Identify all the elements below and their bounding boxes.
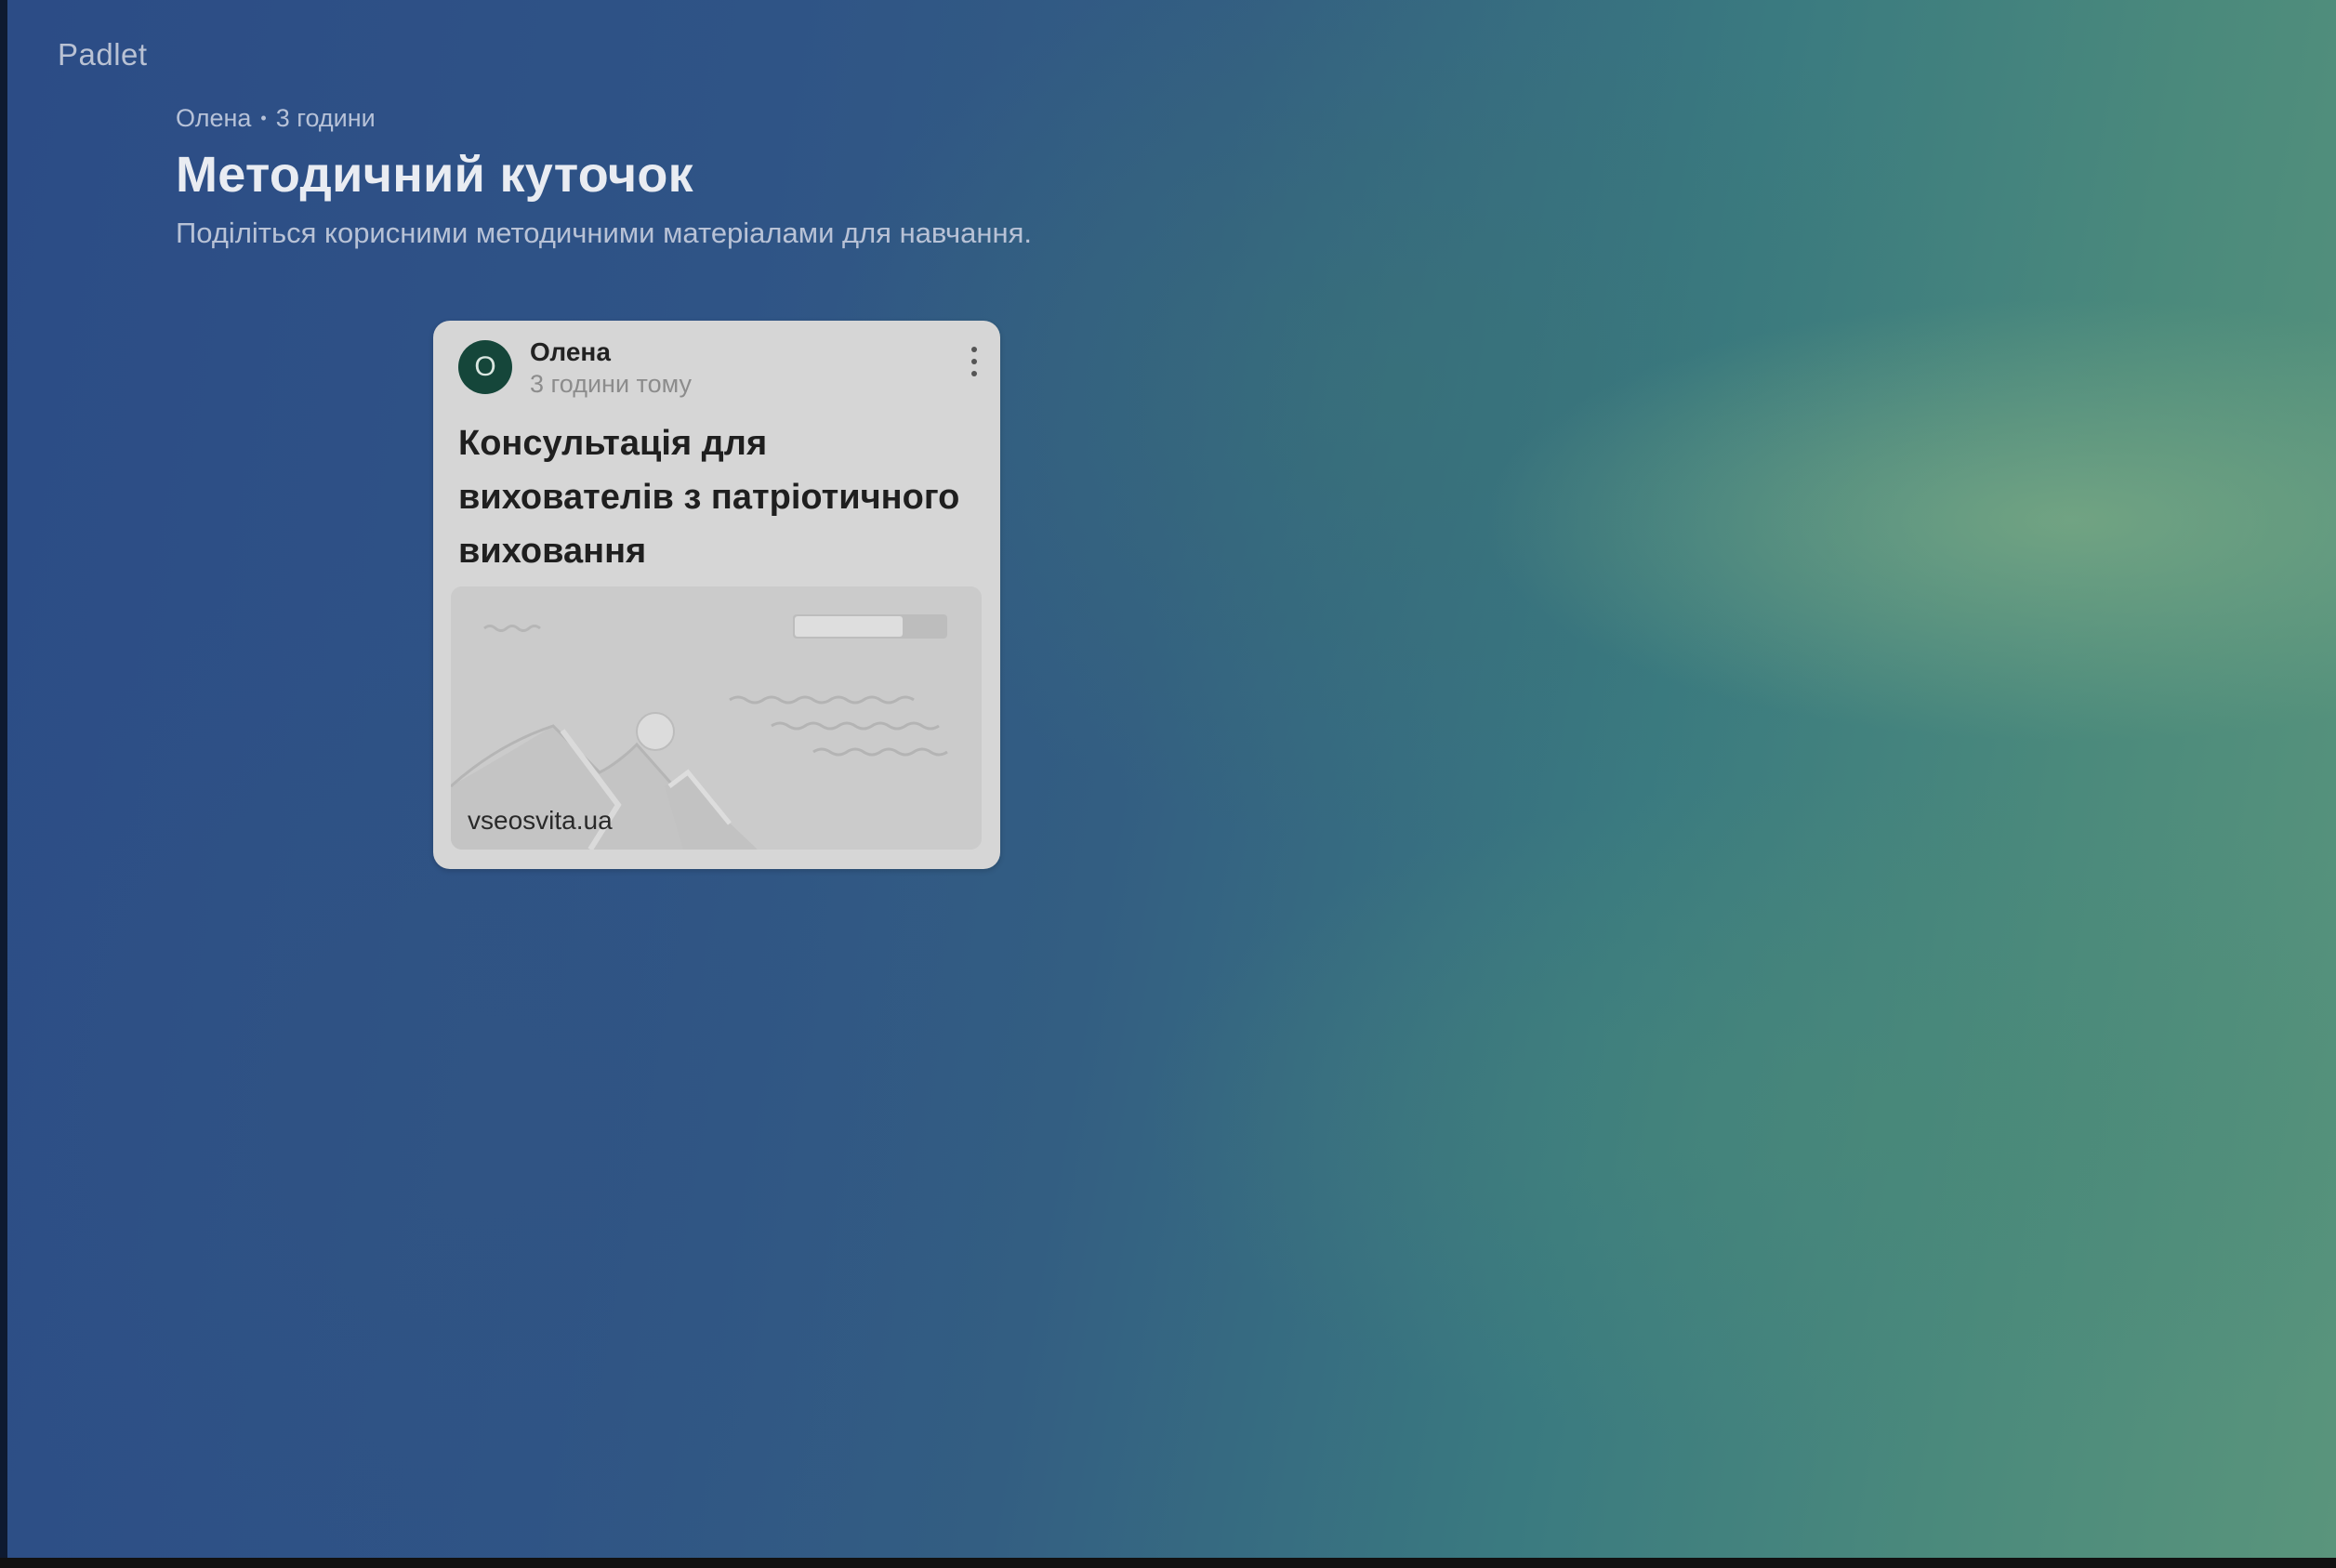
window-edge (0, 0, 7, 1558)
window-bottom-edge (0, 1558, 2336, 1568)
screen: Padlet Олена • 3 години Методичний куточ… (0, 0, 2336, 1568)
author-avatar[interactable]: О (458, 340, 512, 394)
post-author: Олена (530, 337, 611, 366)
post-card[interactable]: О Олена 3 години тому Консультація для в… (433, 321, 1000, 869)
more-vertical-icon[interactable] (965, 343, 983, 380)
board-description: Поділіться корисними методичними матеріа… (176, 217, 1033, 249)
board-title: Методичний куточок (176, 147, 694, 203)
link-preview[interactable]: vseosvita.ua (451, 586, 982, 850)
post-title: Консультація для вихователів з патріотич… (458, 424, 960, 571)
board-header: Олена • 3 години Методичний куточок Поді… (176, 104, 1032, 250)
link-domain[interactable]: vseosvita.ua (468, 806, 613, 836)
padlet-logo[interactable]: Padlet (58, 37, 148, 72)
post-time: 3 години тому (530, 370, 692, 398)
board-updated-time: 3 години (275, 104, 376, 132)
board-meta: Олена • 3 години (176, 104, 1032, 133)
board-author: Олена (176, 104, 252, 132)
meta-separator: • (260, 109, 267, 127)
padlet-board: Padlet Олена • 3 години Методичний куточ… (7, 0, 2336, 1558)
